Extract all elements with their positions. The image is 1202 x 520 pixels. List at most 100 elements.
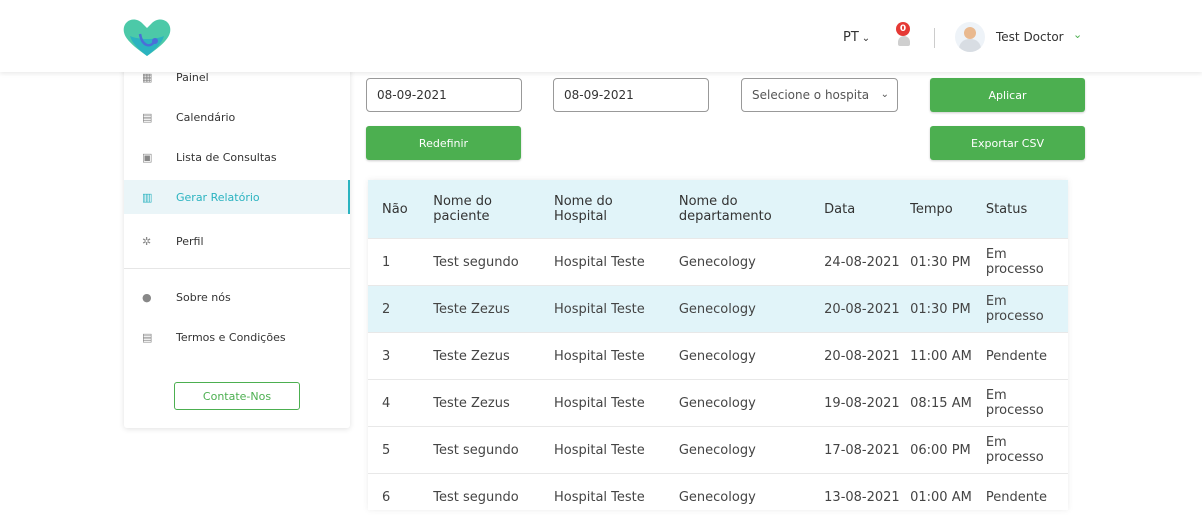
- bell-icon: [898, 36, 910, 46]
- table-cell: Em processo: [976, 427, 1068, 474]
- table-cell: 13-08-2021: [814, 474, 900, 520]
- calendar-icon: ▤: [142, 112, 153, 123]
- column-header[interactable]: Não: [368, 180, 423, 239]
- table-cell: Pendente: [976, 474, 1068, 520]
- table-cell: Em processo: [976, 286, 1068, 333]
- table-cell: Genecology: [669, 427, 814, 474]
- chevron-down-icon: ⌄: [881, 79, 889, 111]
- notification-badge: 0: [896, 22, 910, 36]
- table-cell: Genecology: [669, 380, 814, 427]
- table-cell: Genecology: [669, 239, 814, 286]
- table-cell: Teste Zezus: [423, 286, 544, 333]
- table-cell: Genecology: [669, 474, 814, 520]
- info-icon: ●: [142, 292, 153, 303]
- export-csv-button[interactable]: Exportar CSV: [930, 126, 1085, 160]
- table-row[interactable]: 2 Teste Zezus Hospital Teste Genecology …: [368, 286, 1068, 333]
- chevron-down-icon[interactable]: ⌄: [1073, 28, 1082, 41]
- table-cell: Test segundo: [423, 474, 544, 520]
- table-row[interactable]: 5 Test segundo Hospital Teste Genecology…: [368, 427, 1068, 474]
- notification-bell[interactable]: 0: [893, 22, 917, 52]
- top-header: PT⌄ 0 Test Doctor ⌄: [0, 0, 1202, 72]
- table-cell: Genecology: [669, 286, 814, 333]
- sidebar-divider: [124, 268, 350, 269]
- table-cell: Hospital Teste: [544, 474, 669, 520]
- table-cell: 20-08-2021: [814, 286, 900, 333]
- sidebar-item-termos[interactable]: ▤ Termos e Condições: [124, 320, 350, 354]
- sidebar-item-label: Sobre nós: [176, 291, 231, 304]
- table-cell: Hospital Teste: [544, 333, 669, 380]
- heart-stethoscope-logo[interactable]: [120, 16, 174, 60]
- contact-us-button[interactable]: Contate-Nos: [174, 382, 300, 410]
- table-cell: Teste Zezus: [423, 333, 544, 380]
- sidebar-item-label: Gerar Relatório: [176, 191, 260, 204]
- table-cell: Genecology: [669, 333, 814, 380]
- table-cell: 24-08-2021: [814, 239, 900, 286]
- chevron-down-icon: ⌄: [862, 33, 870, 44]
- reset-button[interactable]: Redefinir: [366, 126, 521, 160]
- table-cell: Test segundo: [423, 239, 544, 286]
- sidebar-item-lista-de-consultas[interactable]: ▣ Lista de Consultas: [124, 140, 350, 174]
- report-icon: ▥: [142, 192, 153, 203]
- sidebar-item-calendario[interactable]: ▤ Calendário: [124, 100, 350, 134]
- table-row[interactable]: 1 Test segundo Hospital Teste Genecology…: [368, 239, 1068, 286]
- table-cell: Test segundo: [423, 427, 544, 474]
- header-divider: [934, 28, 935, 48]
- table-cell: Teste Zezus: [423, 380, 544, 427]
- table-cell: 06:00 PM: [900, 427, 976, 474]
- table-cell: 20-08-2021: [814, 333, 900, 380]
- sidebar-item-label: Termos e Condições: [176, 331, 286, 344]
- hospital-select-placeholder: Selecione o hospita: [752, 88, 869, 102]
- table-cell: Hospital Teste: [544, 427, 669, 474]
- column-header[interactable]: Status: [976, 180, 1068, 239]
- table-cell: 5: [368, 427, 423, 474]
- list-icon: ▣: [142, 152, 153, 163]
- table-cell: 01:30 PM: [900, 286, 976, 333]
- table-cell: 19-08-2021: [814, 380, 900, 427]
- table-cell: Hospital Teste: [544, 286, 669, 333]
- document-icon: ▤: [142, 332, 153, 343]
- sidebar-item-label: Calendário: [176, 111, 235, 124]
- column-header[interactable]: Nome do paciente: [423, 180, 544, 239]
- sidebar: ▦ Painel ▤ Calendário ▣ Lista de Consult…: [124, 60, 350, 428]
- table-cell: 2: [368, 286, 423, 333]
- avatar[interactable]: [955, 22, 985, 52]
- table-cell: 17-08-2021: [814, 427, 900, 474]
- sidebar-item-label: Lista de Consultas: [176, 151, 277, 164]
- table-cell: 1: [368, 239, 423, 286]
- table-row[interactable]: 3 Teste Zezus Hospital Teste Genecology …: [368, 333, 1068, 380]
- end-date-input[interactable]: 08-09-2021: [553, 78, 709, 112]
- table-cell: 6: [368, 474, 423, 520]
- sidebar-item-sobre-nos[interactable]: ● Sobre nós: [124, 280, 350, 314]
- column-header[interactable]: Data: [814, 180, 900, 239]
- table-cell: 4: [368, 380, 423, 427]
- table-header-row: Não Nome do paciente Nome do Hospital No…: [368, 180, 1068, 239]
- table-cell: 08:15 AM: [900, 380, 976, 427]
- report-table-container: Não Nome do paciente Nome do Hospital No…: [368, 180, 1068, 510]
- table-row[interactable]: 4 Teste Zezus Hospital Teste Genecology …: [368, 380, 1068, 427]
- column-header[interactable]: Nome do departamento: [669, 180, 814, 239]
- language-label: PT: [843, 30, 859, 45]
- sidebar-item-gerar-relatorio[interactable]: ▥ Gerar Relatório: [124, 180, 350, 214]
- table-cell: 01:00 AM: [900, 474, 976, 520]
- table-row[interactable]: 6 Test segundo Hospital Teste Genecology…: [368, 474, 1068, 520]
- report-table: Não Nome do paciente Nome do Hospital No…: [368, 180, 1068, 520]
- table-cell: Em processo: [976, 380, 1068, 427]
- table-cell: 01:30 PM: [900, 239, 976, 286]
- column-header[interactable]: Tempo: [900, 180, 976, 239]
- table-cell: Em processo: [976, 239, 1068, 286]
- table-cell: Pendente: [976, 333, 1068, 380]
- gear-icon: ✲: [142, 236, 153, 247]
- user-name[interactable]: Test Doctor: [996, 30, 1064, 44]
- table-cell: 3: [368, 333, 423, 380]
- dashboard-icon: ▦: [142, 72, 153, 83]
- sidebar-item-perfil[interactable]: ✲ Perfil: [124, 224, 350, 258]
- language-selector[interactable]: PT⌄: [843, 30, 870, 45]
- apply-button[interactable]: Aplicar: [930, 78, 1085, 112]
- column-header[interactable]: Nome do Hospital: [544, 180, 669, 239]
- hospital-select[interactable]: Selecione o hospita ⌄: [741, 78, 898, 112]
- start-date-input[interactable]: 08-09-2021: [366, 78, 522, 112]
- table-cell: Hospital Teste: [544, 239, 669, 286]
- sidebar-item-label: Perfil: [176, 235, 204, 248]
- table-cell: 11:00 AM: [900, 333, 976, 380]
- sidebar-item-label: Painel: [176, 71, 209, 84]
